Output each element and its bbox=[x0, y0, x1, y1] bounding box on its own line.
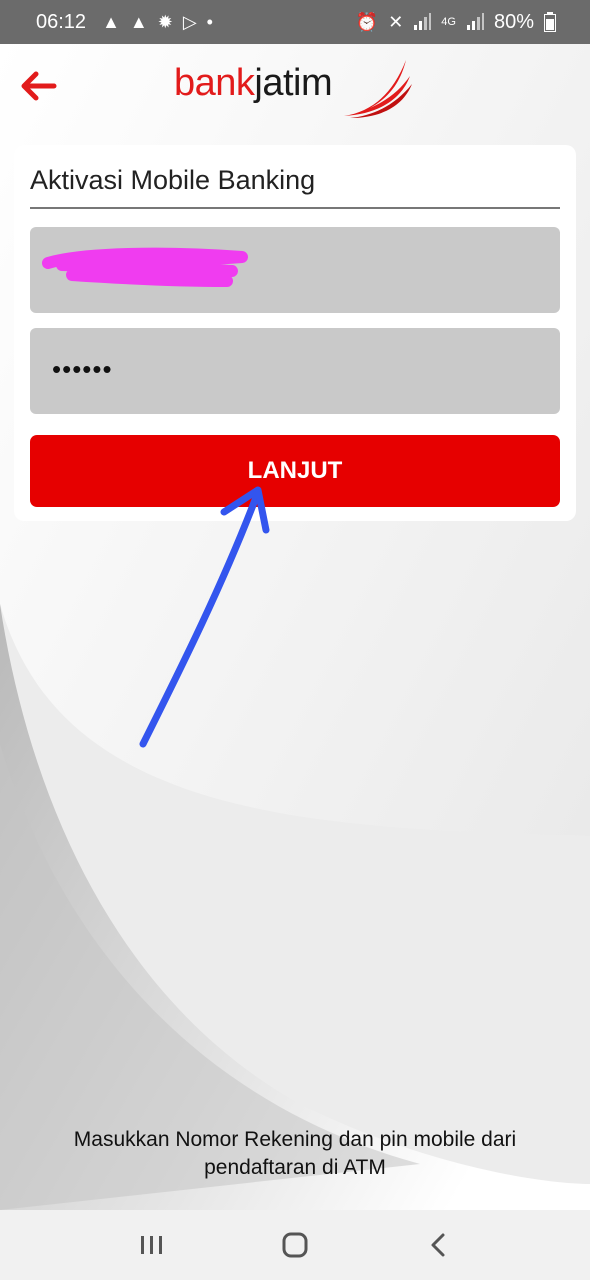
settings-icon: ✹ bbox=[157, 12, 173, 32]
back-button[interactable] bbox=[18, 68, 60, 104]
mute-icon: ✕ bbox=[388, 12, 404, 32]
battery-icon bbox=[544, 12, 556, 32]
back-icon bbox=[431, 1233, 445, 1257]
account-number-field[interactable] bbox=[30, 227, 560, 313]
recents-icon bbox=[140, 1236, 162, 1254]
title-divider bbox=[30, 207, 560, 209]
lanjut-button[interactable]: LANJUT bbox=[30, 435, 560, 507]
instruction-text: Masukkan Nomor Rekening dan pin mobile d… bbox=[0, 1126, 590, 1182]
bankjatim-logo: bankjatim bbox=[170, 54, 420, 124]
status-bar-right: ⏰ ✕ 4G 80% bbox=[356, 11, 556, 34]
recents-button[interactable] bbox=[122, 1220, 182, 1270]
warning-icon: ▲ bbox=[129, 12, 148, 32]
instruction-line-2: pendaftaran di ATM bbox=[204, 1156, 386, 1179]
pin-masked-value: •••••• bbox=[52, 354, 113, 384]
alarm-icon: ⏰ bbox=[355, 12, 379, 32]
logo-text: bankjatim bbox=[174, 62, 333, 105]
home-button[interactable] bbox=[265, 1220, 325, 1270]
warning-icon: ▲ bbox=[102, 12, 120, 32]
app-header: bankjatim bbox=[0, 44, 590, 134]
redaction-scribble bbox=[42, 247, 248, 287]
signal-icon bbox=[414, 13, 432, 30]
activation-card: Aktivasi Mobile Banking •••••• LANJUT bbox=[14, 145, 576, 521]
signal-icon bbox=[466, 13, 484, 30]
page-title: Aktivasi Mobile Banking bbox=[30, 165, 316, 195]
pin-field[interactable]: •••••• bbox=[30, 328, 560, 414]
status-bar-left: 06:12 ▲ ▲ ✹ ▷ • bbox=[36, 11, 213, 34]
play-store-icon: ▷ bbox=[182, 12, 197, 32]
arrow-left-icon bbox=[21, 71, 57, 101]
logo-jatim-text: jatim bbox=[254, 62, 333, 104]
system-nav-bar bbox=[0, 1210, 590, 1280]
logo-wing-icon bbox=[344, 60, 412, 118]
instruction-line-1: Masukkan Nomor Rekening dan pin mobile d… bbox=[73, 1128, 517, 1151]
logo-bank-text: bank bbox=[174, 62, 255, 104]
battery-percent: 80% bbox=[493, 10, 534, 33]
dot-icon: • bbox=[206, 12, 213, 32]
home-icon bbox=[282, 1232, 308, 1258]
status-time: 06:12 bbox=[36, 10, 87, 33]
nav-back-button[interactable] bbox=[408, 1220, 468, 1270]
4g-signal-icon: 4G bbox=[441, 15, 456, 28]
status-bar: 06:12 ▲ ▲ ✹ ▷ • ⏰ ✕ 4G 80% bbox=[0, 0, 590, 44]
